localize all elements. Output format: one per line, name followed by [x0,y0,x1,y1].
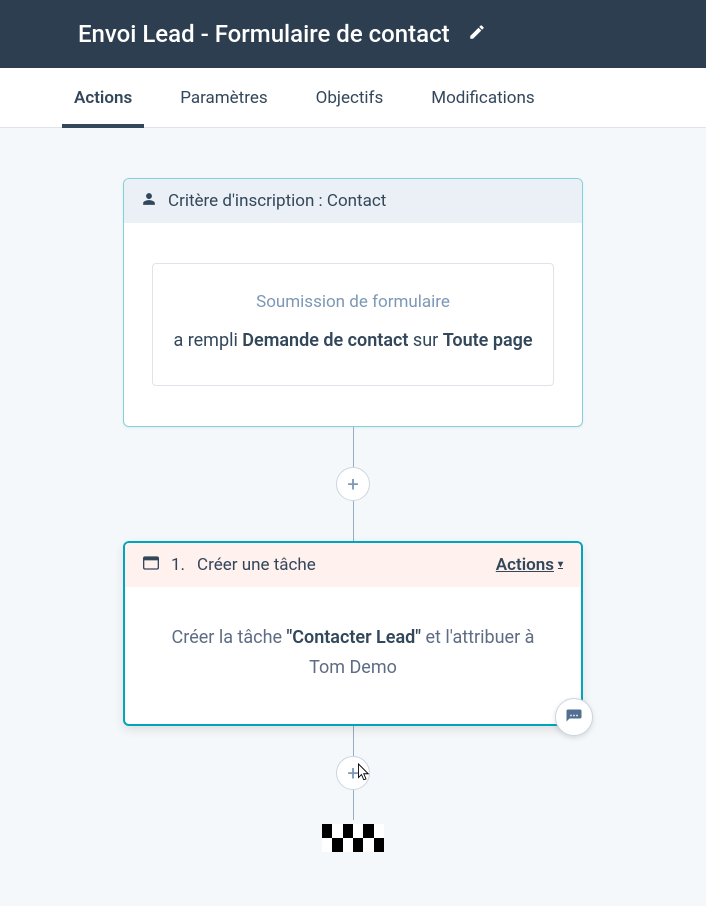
task-actions-dropdown[interactable]: Actions ▾ [496,555,563,575]
chevron-down-icon: ▾ [558,559,563,570]
task-action-card[interactable]: 1. Créer une tâche Actions ▾ Créer la tâ… [123,541,583,726]
form-submission-label: Soumission de formulaire [173,292,533,312]
connector-line [353,726,354,756]
contact-icon [142,191,156,211]
connector-line [353,501,354,541]
comment-button[interactable] [555,698,593,736]
enrollment-card-header: Critère d'inscription : Contact [124,179,582,223]
tab-modifications[interactable]: Modifications [407,68,558,127]
enrollment-criteria-card[interactable]: Critère d'inscription : Contact Soumissi… [123,178,583,427]
enrollment-card-body: Soumission de formulaire a rempli Demand… [124,223,582,426]
page-header: Envoi Lead - Formulaire de contact [0,0,706,68]
tab-objectifs[interactable]: Objectifs [292,68,408,127]
edit-title-icon[interactable] [468,23,486,45]
task-card-number: 1. [171,555,185,575]
connector-line [353,790,354,820]
add-step-button[interactable]: + [336,467,370,501]
task-card-title: Créer une tâche [197,555,316,575]
add-step-button[interactable]: + [336,756,370,790]
task-card-header: 1. Créer une tâche Actions ▾ [125,543,581,587]
enrollment-criteria-text: a rempli Demande de contact sur Toute pa… [173,326,533,357]
enrollment-criteria-box[interactable]: Soumission de formulaire a rempli Demand… [152,263,554,386]
tab-actions[interactable]: Actions [50,68,156,127]
workflow-canvas: Critère d'inscription : Contact Soumissi… [0,128,706,852]
tab-bar: Actions Paramètres Objectifs Modificatio… [0,68,706,128]
task-icon [143,555,159,575]
finish-flag-icon [322,824,384,852]
page-title: Envoi Lead - Formulaire de contact [78,20,450,48]
tab-parametres[interactable]: Paramètres [156,68,291,127]
enrollment-card-title: Critère d'inscription : Contact [168,191,386,211]
task-card-body: Créer la tâche "Contacter Lead" et l'att… [125,587,581,724]
connector-line [353,427,354,467]
